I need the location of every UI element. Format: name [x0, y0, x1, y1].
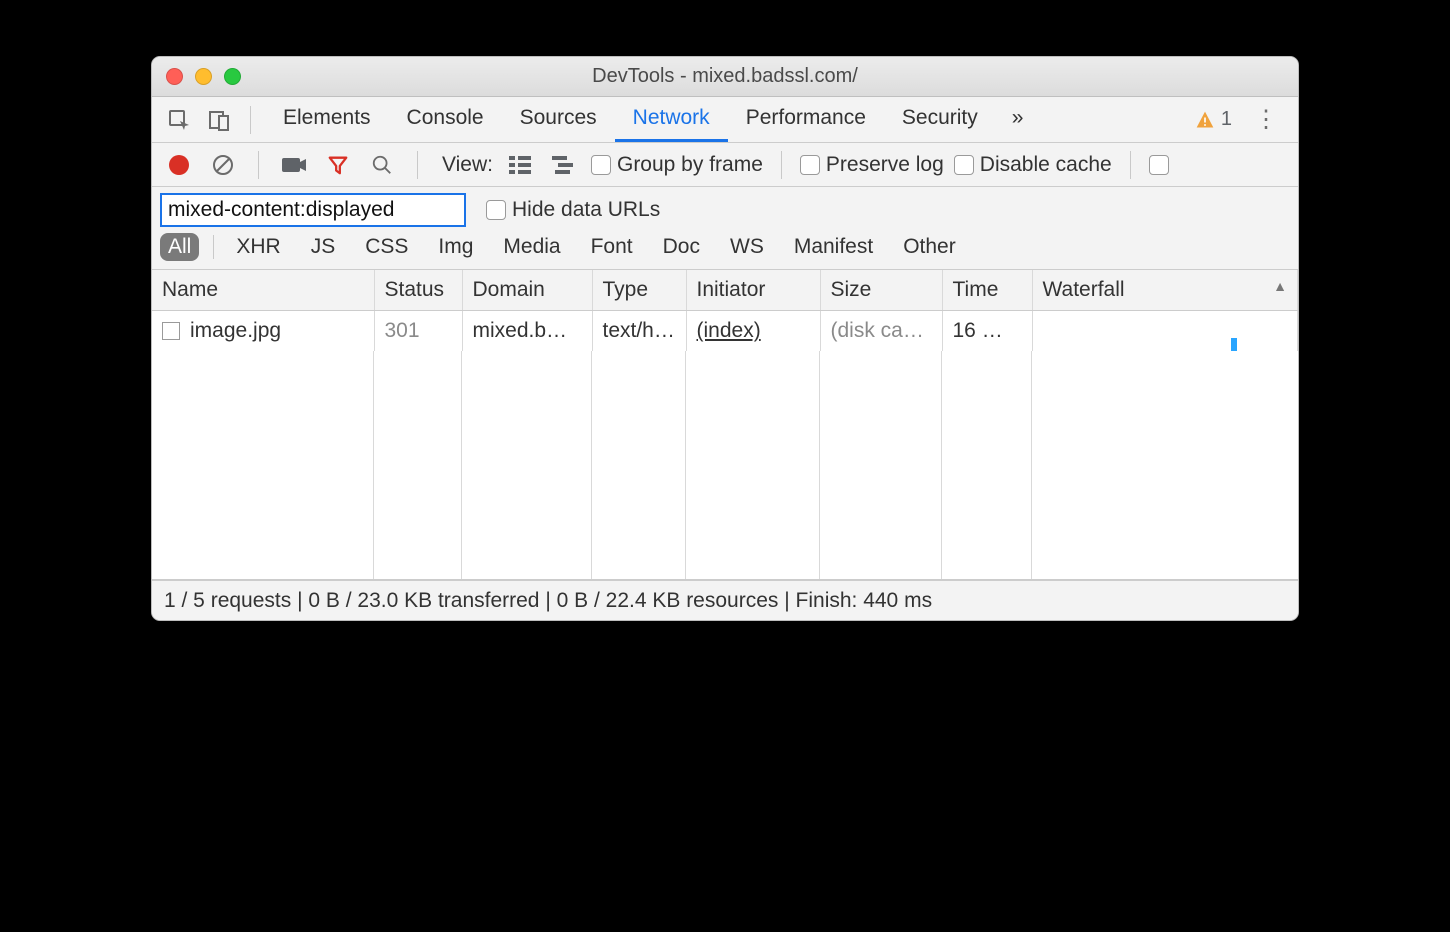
disable-cache-checkbox[interactable] — [954, 155, 974, 175]
hide-data-urls-checkbox[interactable] — [486, 200, 506, 220]
preserve-log-option[interactable]: Preserve log — [800, 153, 944, 177]
disable-cache-option[interactable]: Disable cache — [954, 153, 1112, 177]
tab-network[interactable]: Network — [615, 97, 728, 142]
offline-checkbox[interactable] — [1149, 155, 1169, 175]
warnings-count: 1 — [1221, 108, 1232, 131]
request-status: 301 — [374, 311, 462, 352]
hide-data-urls-option[interactable]: Hide data URLs — [486, 198, 660, 222]
type-ws[interactable]: WS — [722, 233, 772, 261]
waterfall-bar — [1231, 338, 1237, 351]
type-doc[interactable]: Doc — [655, 233, 708, 261]
type-media[interactable]: Media — [495, 233, 568, 261]
device-toolbar-icon[interactable] — [202, 103, 236, 137]
preserve-log-label: Preserve log — [826, 153, 944, 177]
minimize-window-button[interactable] — [195, 68, 212, 85]
type-xhr[interactable]: XHR — [228, 233, 288, 261]
close-window-button[interactable] — [166, 68, 183, 85]
request-name: image.jpg — [190, 319, 281, 343]
col-size[interactable]: Size — [820, 270, 942, 311]
more-menu-button[interactable]: ⋮ — [1244, 105, 1288, 134]
col-initiator[interactable]: Initiator — [686, 270, 820, 311]
table-empty-area — [152, 351, 1298, 579]
table-row[interactable]: image.jpg 301 mixed.b… text/h… (index) (… — [152, 311, 1298, 352]
request-size: (disk ca… — [820, 311, 942, 352]
request-type: text/h… — [592, 311, 686, 352]
devtools-window: DevTools - mixed.badssl.com/ Elements Co… — [151, 56, 1299, 621]
overview-icon[interactable] — [547, 148, 581, 182]
panel-tabs-row: Elements Console Sources Network Perform… — [152, 97, 1298, 143]
col-type[interactable]: Type — [592, 270, 686, 311]
filter-bar: Hide data URLs — [152, 187, 1298, 227]
col-waterfall[interactable]: Waterfall — [1032, 270, 1298, 311]
col-time[interactable]: Time — [942, 270, 1032, 311]
search-icon[interactable] — [365, 148, 399, 182]
record-button[interactable] — [162, 148, 196, 182]
filter-input[interactable] — [160, 193, 466, 227]
warning-icon — [1195, 110, 1215, 130]
filter-toggle-icon[interactable] — [321, 148, 355, 182]
status-bar: 1 / 5 requests | 0 B / 23.0 KB transferr… — [152, 580, 1298, 620]
preserve-log-checkbox[interactable] — [800, 155, 820, 175]
view-label: View: — [442, 153, 493, 177]
large-rows-icon[interactable] — [503, 148, 537, 182]
group-by-frame-checkbox[interactable] — [591, 155, 611, 175]
col-status[interactable]: Status — [374, 270, 462, 311]
col-domain[interactable]: Domain — [462, 270, 592, 311]
group-by-frame-option[interactable]: Group by frame — [591, 153, 763, 177]
type-manifest[interactable]: Manifest — [786, 233, 881, 261]
request-time: 16 ms — [942, 311, 1032, 352]
type-other[interactable]: Other — [895, 233, 964, 261]
screenshot-icon[interactable] — [277, 148, 311, 182]
zoom-window-button[interactable] — [224, 68, 241, 85]
type-all[interactable]: All — [160, 233, 199, 261]
separator — [781, 151, 782, 179]
request-waterfall — [1032, 311, 1298, 352]
clear-button[interactable] — [206, 148, 240, 182]
table-header-row: Name Status Domain Type Initiator Size T… — [152, 270, 1298, 311]
offline-option-truncated[interactable] — [1149, 155, 1175, 175]
tab-console[interactable]: Console — [389, 97, 502, 142]
network-toolbar: View: Group by frame Preserve log Disabl… — [152, 143, 1298, 187]
type-js[interactable]: JS — [303, 233, 344, 261]
titlebar: DevTools - mixed.badssl.com/ — [152, 57, 1298, 97]
type-font[interactable]: Font — [583, 233, 641, 261]
file-icon — [162, 322, 180, 340]
tab-sources[interactable]: Sources — [502, 97, 615, 142]
panel-tabs: Elements Console Sources Network Perform… — [265, 97, 996, 142]
window-title: DevTools - mixed.badssl.com/ — [152, 65, 1298, 88]
warnings-indicator[interactable]: 1 — [1189, 108, 1238, 131]
request-initiator[interactable]: (index) — [697, 319, 761, 342]
requests-table-wrap: Name Status Domain Type Initiator Size T… — [152, 270, 1298, 580]
separator — [250, 106, 251, 134]
tab-elements[interactable]: Elements — [265, 97, 389, 142]
request-domain: mixed.b… — [462, 311, 592, 352]
separator — [258, 151, 259, 179]
separator — [417, 151, 418, 179]
disable-cache-label: Disable cache — [980, 153, 1112, 177]
hide-data-urls-label: Hide data URLs — [512, 198, 660, 222]
type-img[interactable]: Img — [430, 233, 481, 261]
tab-performance[interactable]: Performance — [728, 97, 884, 142]
resource-type-filters: All XHR JS CSS Img Media Font Doc WS Man… — [152, 227, 1298, 270]
separator — [1130, 151, 1131, 179]
col-name[interactable]: Name — [152, 270, 374, 311]
window-controls — [166, 68, 241, 85]
tab-security[interactable]: Security — [884, 97, 996, 142]
separator — [213, 235, 214, 259]
inspect-element-icon[interactable] — [162, 103, 196, 137]
requests-table: Name Status Domain Type Initiator Size T… — [152, 270, 1298, 351]
group-by-frame-label: Group by frame — [617, 153, 763, 177]
tabs-overflow-button[interactable]: » — [1002, 106, 1034, 133]
type-css[interactable]: CSS — [357, 233, 416, 261]
